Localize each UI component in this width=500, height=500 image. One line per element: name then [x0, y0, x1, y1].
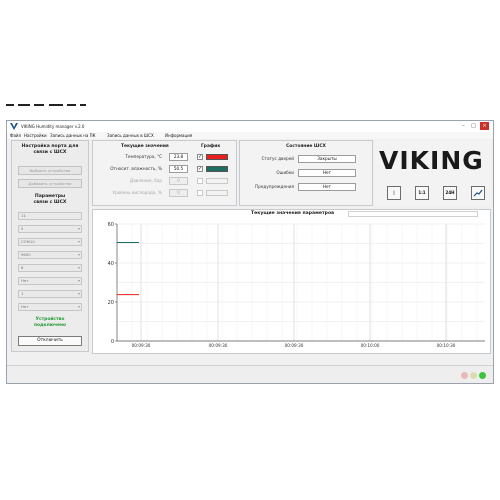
data-bits-value: 8 [21, 265, 24, 270]
chevron-down-icon: ▾ [77, 291, 80, 296]
data-bits-select[interactable]: 8 ▾ [18, 264, 82, 272]
parameters-chart[interactable]: 0 20 40 60 00:09:30 00:09:30 00:09:30 00:10:00 0… [93, 210, 492, 355]
x-tick-label: 00:09:30 [285, 343, 304, 348]
device-state-header: Состояние ШСХ [286, 144, 326, 149]
y-tick-label: 40 [108, 261, 114, 267]
top-fragment-line [49, 104, 63, 106]
parity-value: Нет [21, 278, 29, 283]
connection-status-line2: подключено [33, 322, 67, 328]
current-values-header: Текущие значения [121, 144, 169, 149]
range-24h-button[interactable]: 24H [443, 186, 457, 200]
device-state-panel: Состояние ШСХ Статус дверей Закрыты Ошиб… [239, 140, 373, 206]
humidity-color-swatch[interactable] [206, 166, 228, 172]
current-values-panel: Текущие значения График Температура, °С … [92, 140, 237, 206]
add-device-button[interactable]: Добавить устройство [18, 179, 82, 188]
humidity-label: Относит. влажность, % [110, 166, 162, 171]
menu-file[interactable]: Файл [10, 132, 21, 139]
top-fragment-line [34, 104, 44, 106]
oxygen-label: Уровень кислорода, % [112, 190, 162, 195]
y-tick-label: 20 [108, 300, 114, 306]
door-status-label: Статус дверей [261, 156, 294, 161]
x-tick-label: 00:09:30 [209, 343, 228, 348]
errors-label: Ошибки [276, 170, 294, 175]
x-tick-label: 00:10:00 [361, 343, 380, 348]
port-settings-panel: Настройка порта для связи с ШСХ Выбрать … [11, 140, 89, 352]
door-status-value: Закрыты [298, 155, 356, 163]
humidity-chart-checkbox[interactable]: ✓ [197, 166, 203, 172]
temperature-chart-checkbox[interactable]: ✓ [197, 154, 203, 160]
menu-write-to-pc[interactable]: Запись данных на ПК [50, 132, 96, 139]
line-chart-icon [473, 189, 483, 197]
chart-header: График [201, 144, 221, 149]
x-tick-label: 00:10:30 [437, 343, 456, 348]
cursor-toggle-button[interactable]: | [387, 186, 401, 200]
chevron-down-icon: ▾ [77, 304, 80, 309]
temperature-color-swatch[interactable] [206, 154, 228, 160]
device-address-field[interactable]: 11 [18, 212, 82, 220]
stop-bits-value: 1 [21, 291, 24, 296]
top-fragment-line [6, 104, 14, 106]
device-address-value: 11 [21, 213, 26, 218]
menu-settings[interactable]: Настройки [24, 132, 47, 139]
com-port-select[interactable]: COM10 ▾ [18, 238, 82, 246]
scale-1-1-button[interactable]: 1:1 [415, 186, 429, 200]
chevron-down-icon: ▾ [77, 265, 80, 270]
chevron-down-icon: ▾ [77, 226, 80, 231]
pressure-chart-checkbox[interactable] [197, 178, 203, 184]
pressure-color-swatch [206, 178, 228, 184]
baud-rate-value: 9600 [21, 252, 31, 257]
top-fragment-line [67, 104, 76, 106]
status-bar [7, 365, 493, 383]
com-port-value: COM10 [21, 239, 35, 244]
port-param-value: 5 [21, 226, 24, 231]
window-title: VIKING Humidity manager v.2.0 [21, 124, 85, 129]
humidity-value: 50.5 [169, 165, 188, 173]
baud-rate-select[interactable]: 9600 ▾ [18, 251, 82, 259]
errors-value: Нет [298, 169, 356, 177]
stop-bits-select[interactable]: 1 ▾ [18, 290, 82, 298]
maximize-button[interactable]: □ [469, 122, 478, 130]
chevron-down-icon: ▾ [77, 278, 80, 283]
oxygen-color-swatch [206, 190, 228, 196]
flow-control-value: Нет [21, 304, 29, 309]
chevron-down-icon: ▾ [77, 252, 80, 257]
top-fragment-line [80, 104, 86, 106]
app-window: VIKING Humidity manager v.2.0 – □ × Файл… [6, 120, 494, 384]
temperature-label: Температура, °С [125, 154, 162, 159]
port-settings-title-line2: связи с ШСХ [33, 149, 67, 155]
connection-params-title-line2: связи с ШСХ [33, 199, 67, 205]
oxygen-chart-checkbox[interactable] [197, 190, 203, 196]
disconnect-button[interactable]: Отключить [18, 336, 82, 346]
chevron-down-icon: ▾ [77, 239, 80, 244]
temperature-value: 23.8 [169, 153, 188, 161]
select-device-button[interactable]: Выбрать устройство [18, 166, 82, 175]
viking-logo: VIKING [379, 146, 484, 175]
chart-view-button[interactable] [471, 186, 485, 200]
status-lamp-right [479, 372, 486, 379]
warnings-value: Нет [298, 183, 356, 191]
status-lamp-left [461, 372, 468, 379]
menu-bar: Файл Настройки Запись данных на ПК Запис… [7, 132, 493, 139]
oxygen-value: 0 [169, 189, 188, 197]
y-tick-label: 60 [108, 222, 114, 228]
y-tick-label: 0 [111, 339, 114, 345]
close-button[interactable]: × [480, 122, 489, 130]
port-param-select[interactable]: 5 ▾ [18, 225, 82, 233]
pressure-value: 0 [169, 177, 188, 185]
app-icon [10, 123, 18, 130]
brand-panel: VIKING | 1:1 24H [375, 140, 491, 206]
pressure-label: Давление, бар [129, 178, 162, 183]
flow-control-select[interactable]: Нет ▾ [18, 303, 82, 311]
warnings-label: Предупреждения [255, 184, 294, 189]
parity-select[interactable]: Нет ▾ [18, 277, 82, 285]
parameters-chart-panel: Текущие значения параметров 0 20 40 60 00:09… [92, 209, 491, 354]
menu-info[interactable]: Информация [165, 132, 192, 139]
minimize-button[interactable]: – [459, 122, 468, 130]
status-lamp-middle [470, 372, 477, 379]
top-fragment-line [18, 104, 30, 106]
menu-write-to-device[interactable]: Запись данных в ШСХ [107, 132, 154, 139]
x-tick-label: 00:09:30 [132, 343, 151, 348]
